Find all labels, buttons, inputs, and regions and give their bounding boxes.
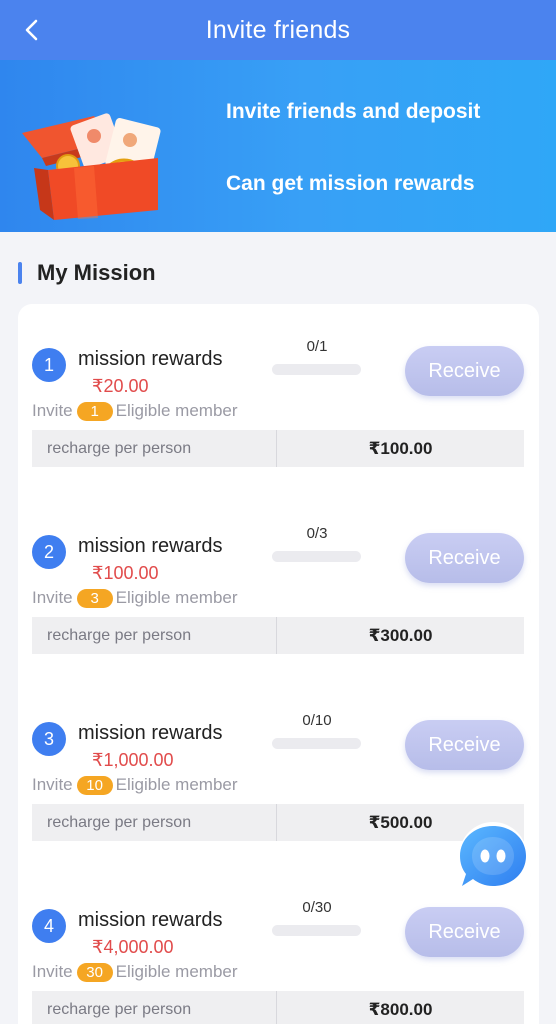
invite-prefix: Invite [32, 962, 73, 981]
chevron-left-icon [25, 19, 38, 41]
mission-reward: ₹1,000.00 [92, 750, 174, 770]
mission-progress-bar [272, 738, 361, 749]
invite-suffix: Eligible member [115, 962, 238, 981]
recharge-label: recharge per person [32, 804, 277, 841]
receive-button[interactable]: Receive [405, 346, 524, 396]
invite-suffix: Eligible member [115, 588, 238, 607]
mission-progress-bar [272, 925, 361, 936]
invite-suffix: Eligible member [115, 775, 238, 794]
mission-title: mission rewards [78, 535, 223, 557]
mission-title: mission rewards [78, 348, 223, 370]
mission-progress-text: 0/30 [302, 899, 332, 916]
back-button[interactable] [14, 12, 50, 48]
mission-reward: ₹20.00 [92, 376, 149, 396]
mission-number: 1 [32, 348, 66, 382]
recharge-row: recharge per person ₹100.00 [32, 430, 524, 467]
mission-number: 4 [32, 909, 66, 943]
mission-progress-text: 0/1 [306, 338, 328, 355]
invite-prefix: Invite [32, 775, 73, 794]
mission-invite-requirement: Invite 1 Eligible member [32, 401, 238, 421]
receive-button[interactable]: Receive [405, 533, 524, 583]
mission-progress-text: 0/10 [302, 712, 332, 729]
chat-support-button[interactable] [456, 820, 530, 894]
invite-count-badge: 3 [76, 588, 113, 608]
promo-banner: $ Invite friends and deposit Can get mis… [0, 60, 556, 232]
recharge-label: recharge per person [32, 991, 277, 1024]
recharge-value: ₹100.00 [368, 438, 433, 458]
mission-progress-bar [272, 364, 361, 375]
mission-progress-text: 0/3 [306, 525, 328, 542]
mission-progress-bar [272, 551, 361, 562]
missions-card: 1 mission rewards ₹20.00 Invite 1 Eligib… [18, 304, 539, 1024]
gift-box-illustration: $ [22, 113, 161, 220]
mission-item: 1 mission rewards ₹20.00 Invite 1 Eligib… [18, 304, 539, 467]
receive-button[interactable]: Receive [405, 720, 524, 770]
banner-line-invite: Invite friends and deposit [226, 100, 481, 123]
recharge-label: recharge per person [32, 430, 277, 467]
recharge-value: ₹800.00 [368, 999, 433, 1019]
mission-invite-requirement: Invite 30 Eligible member [32, 962, 238, 982]
mission-number: 3 [32, 722, 66, 756]
mission-title: mission rewards [78, 909, 223, 931]
banner-line-rewards: Can get mission rewards [226, 172, 475, 195]
invite-suffix: Eligible member [115, 401, 238, 420]
app-header: Invite friends [0, 0, 556, 60]
mission-item: 3 mission rewards ₹1,000.00 Invite 10 El… [18, 678, 539, 841]
section-header: My Mission [18, 258, 156, 288]
invite-count-badge: 1 [76, 401, 113, 421]
recharge-label: recharge per person [32, 617, 277, 654]
mission-item: 2 mission rewards ₹100.00 Invite 3 Eligi… [18, 491, 539, 654]
chat-bot-icon [459, 822, 527, 890]
invite-prefix: Invite [32, 401, 73, 420]
recharge-value: ₹300.00 [368, 625, 433, 645]
mission-reward: ₹100.00 [92, 563, 159, 583]
mission-title: mission rewards [78, 722, 223, 744]
section-title: My Mission [37, 260, 156, 285]
invite-count-badge: 10 [76, 775, 113, 795]
mission-invite-requirement: Invite 3 Eligible member [32, 588, 238, 608]
recharge-row: recharge per person ₹500.00 [32, 804, 524, 841]
recharge-row: recharge per person ₹800.00 [32, 991, 524, 1024]
mission-invite-requirement: Invite 10 Eligible member [32, 775, 238, 795]
recharge-row: recharge per person ₹300.00 [32, 617, 524, 654]
page-title: Invite friends [205, 15, 351, 44]
receive-button[interactable]: Receive [405, 907, 524, 957]
mission-number: 2 [32, 535, 66, 569]
mission-reward: ₹4,000.00 [92, 937, 174, 957]
section-accent-bar [18, 262, 22, 284]
invite-count-badge: 30 [76, 962, 113, 982]
invite-prefix: Invite [32, 588, 73, 607]
